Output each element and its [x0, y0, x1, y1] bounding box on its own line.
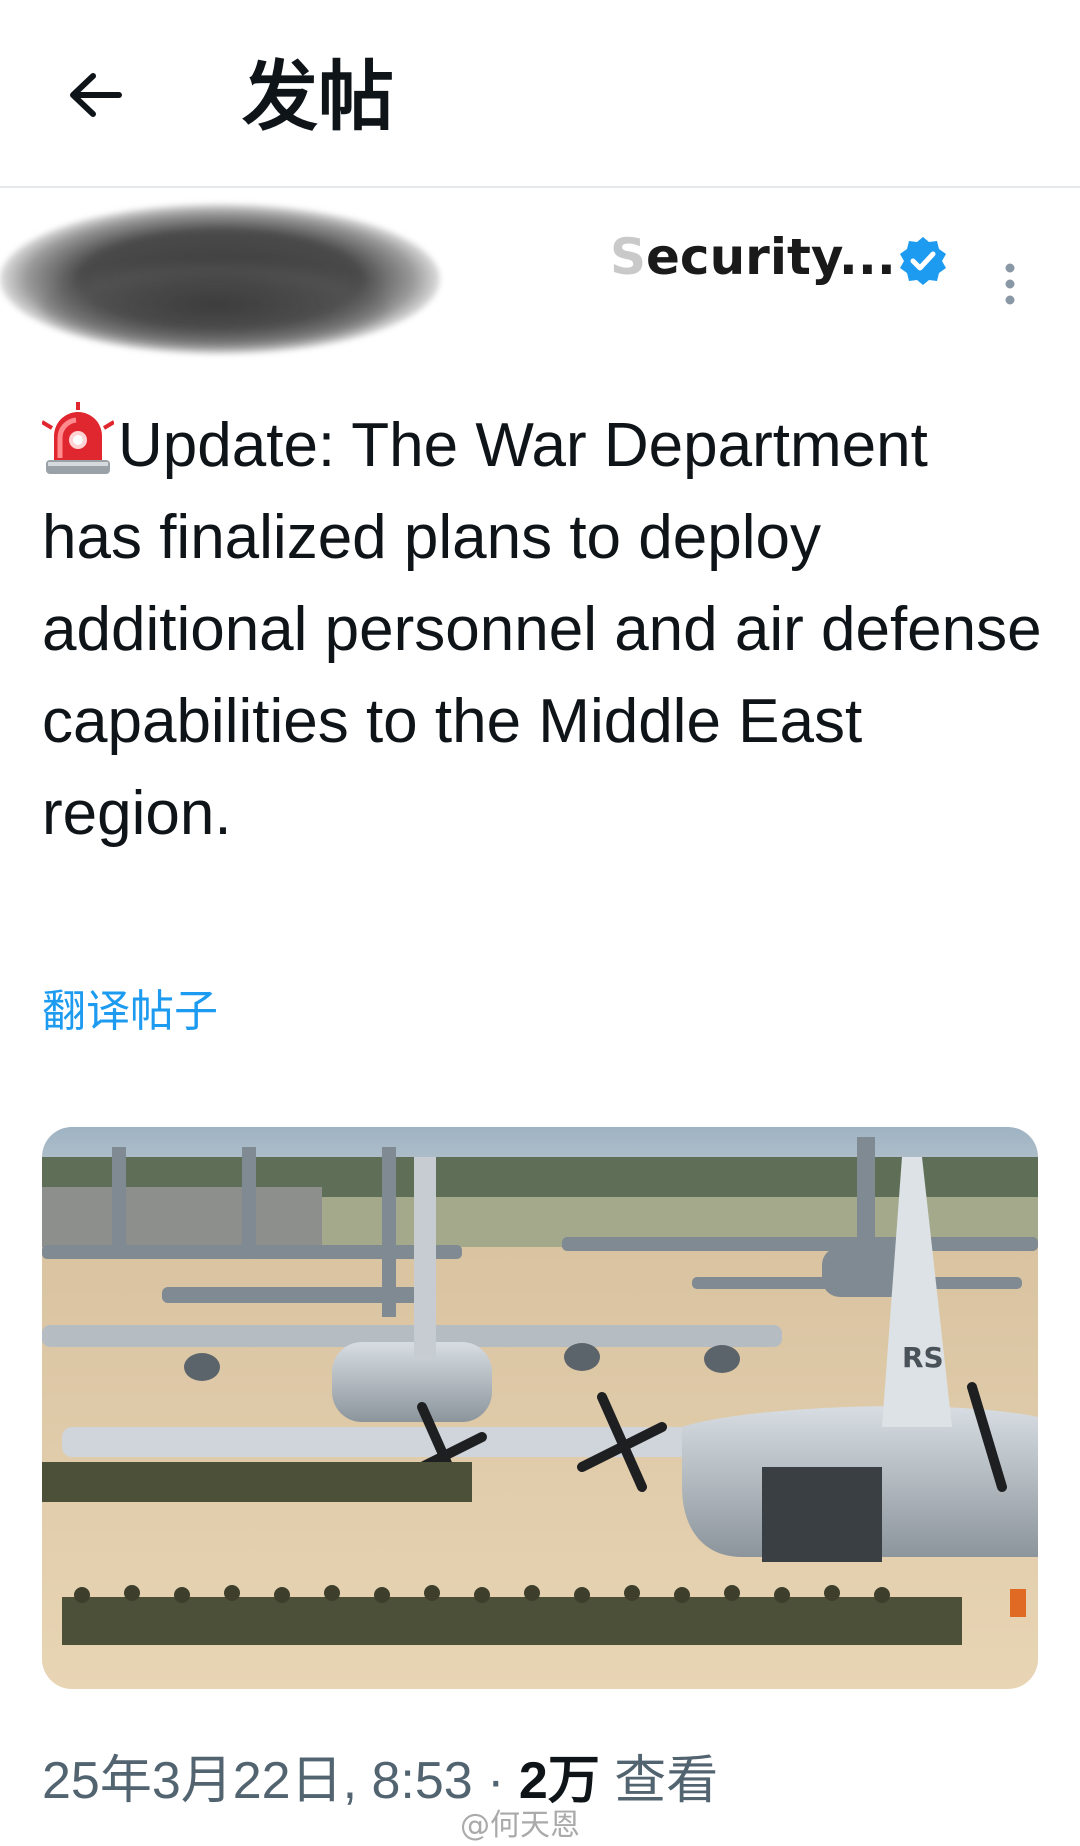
post-body: Update: The War Department has finalized… [42, 400, 1042, 860]
post-meta: 25年3月22日, 8:53 · 2万 查看 [42, 1738, 718, 1813]
svg-text:RS: RS [902, 1341, 944, 1374]
post-text: Update: The War Department has finalized… [42, 411, 1042, 848]
author-name-faded-prefix: S [610, 228, 647, 286]
views-label: 查看 [599, 1752, 719, 1810]
post-image[interactable]: RS [42, 1127, 1038, 1689]
redacted-name [40, 260, 390, 350]
author-display-name[interactable]: Security... [610, 228, 896, 286]
rotating-light-icon [42, 402, 114, 474]
author-name-text: ecurity... [646, 228, 896, 286]
back-button[interactable] [50, 50, 140, 140]
more-vertical-icon[interactable] [990, 258, 1030, 318]
translate-post-link[interactable]: 翻译帖子 [42, 975, 218, 1039]
weibo-watermark: @何天恩 [460, 1808, 580, 1843]
post-timestamp[interactable]: 25年3月22日, 8:53 [42, 1752, 473, 1810]
page-title: 发帖 [242, 52, 394, 141]
military-aircraft-photo: RS [42, 1127, 1038, 1689]
top-bar: 发帖 [0, 0, 1080, 188]
arrow-left-icon [70, 73, 122, 117]
verified-badge-icon [900, 237, 946, 285]
